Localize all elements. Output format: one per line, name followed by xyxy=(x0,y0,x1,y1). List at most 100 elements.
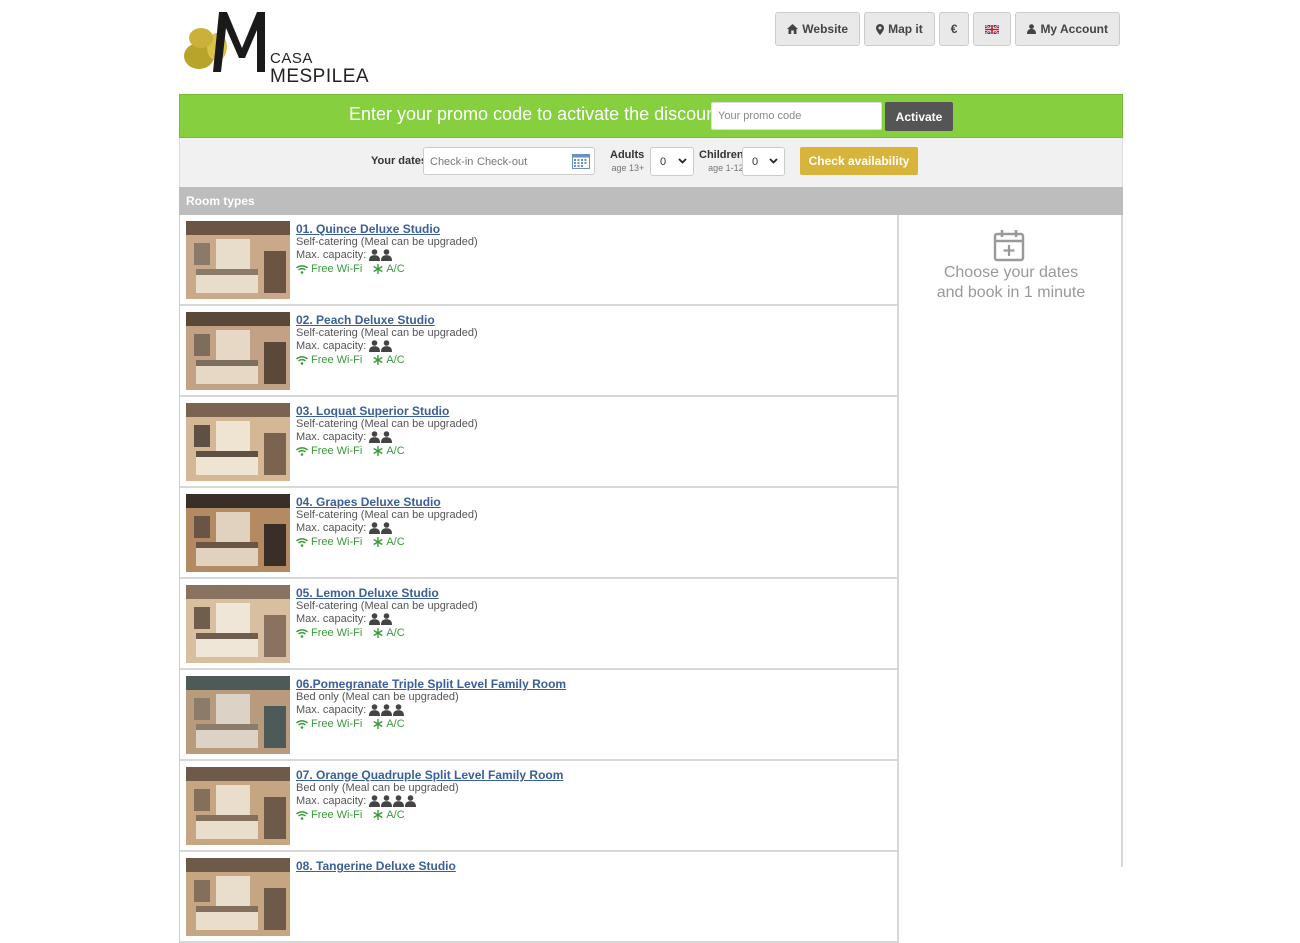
guest-icon xyxy=(369,613,381,625)
children-label: Children age 1-12 xyxy=(699,150,744,174)
room-meal-plan: Bed only (Meal can be upgraded) xyxy=(296,691,459,703)
room-capacity: Max. capacity: xyxy=(296,340,393,352)
guest-icon xyxy=(381,340,393,352)
ac-label: A/C xyxy=(386,354,405,366)
children-label-text: Children xyxy=(699,149,744,161)
children-value: 0 xyxy=(752,156,759,168)
room-row: 02. Peach Deluxe Studio Self-catering (M… xyxy=(180,306,899,397)
guest-icon xyxy=(393,795,405,807)
room-name-link[interactable]: 08. Tangerine Deluxe Studio xyxy=(296,859,456,873)
guest-icon xyxy=(381,249,393,261)
my-account-button[interactable]: My Account xyxy=(1015,12,1120,46)
room-meal-plan: Self-catering (Meal can be upgraded) xyxy=(296,600,478,612)
room-photo[interactable] xyxy=(186,767,290,845)
room-row: 08. Tangerine Deluxe Studio Max. capacit… xyxy=(180,852,899,943)
logo[interactable]: CASA MESPILEA xyxy=(179,10,369,86)
guest-icon xyxy=(369,431,381,443)
room-name-link[interactable]: 02. Peach Deluxe Studio xyxy=(296,313,435,327)
capacity-label: Max. capacity: xyxy=(296,431,367,443)
room-capacity: Max. capacity: xyxy=(296,704,405,716)
room-row: 03. Loquat Superior Studio Self-catering… xyxy=(180,397,899,488)
guest-icon xyxy=(381,613,393,625)
room-photo[interactable] xyxy=(186,221,290,299)
uk-flag-icon xyxy=(985,24,1000,34)
room-photo[interactable] xyxy=(186,494,290,572)
children-select[interactable]: 0 xyxy=(742,147,785,176)
adults-select[interactable]: 0 xyxy=(650,147,694,176)
room-photo-image xyxy=(186,221,290,299)
room-amenities: Free Wi-Fi A/C xyxy=(296,536,405,548)
room-photo-image xyxy=(186,494,290,572)
room-photo[interactable] xyxy=(186,585,290,663)
user-icon xyxy=(1027,24,1037,34)
room-name-link[interactable]: 07. Orange Quadruple Split Level Family … xyxy=(296,768,563,782)
guest-icon xyxy=(381,431,393,443)
map-it-button[interactable]: Map it xyxy=(864,12,935,46)
adults-age-hint: age 13+ xyxy=(611,163,645,173)
wifi-icon xyxy=(296,446,308,456)
wifi-label: Free Wi-Fi xyxy=(311,445,363,457)
promo-code-input[interactable]: Your promo code xyxy=(711,102,882,130)
guest-icon xyxy=(393,704,405,716)
room-types-header: Room types xyxy=(179,187,1123,215)
adults-value: 0 xyxy=(660,156,667,168)
capacity-label: Max. capacity: xyxy=(296,522,367,534)
calendar-icon[interactable] xyxy=(572,153,590,169)
currency-label: € xyxy=(950,22,958,36)
room-amenities: Free Wi-Fi A/C xyxy=(296,354,405,366)
promo-bar: Enter your promo code to activate the di… xyxy=(179,94,1123,138)
map-marker-icon xyxy=(876,23,885,35)
room-capacity: Max. capacity: xyxy=(296,249,393,261)
room-row: 06.Pomegranate Triple Split Level Family… xyxy=(180,670,899,761)
room-name-link[interactable]: 05. Lemon Deluxe Studio xyxy=(296,586,439,600)
room-photo[interactable] xyxy=(186,312,290,390)
room-meal-plan: Self-catering (Meal can be upgraded) xyxy=(296,327,478,339)
adults-label-text: Adults xyxy=(610,149,645,161)
room-photo[interactable] xyxy=(186,403,290,481)
guest-icon xyxy=(369,522,381,534)
room-photo[interactable] xyxy=(186,676,290,754)
ac-label: A/C xyxy=(386,627,405,639)
activate-button[interactable]: Activate xyxy=(885,102,953,131)
snowflake-icon xyxy=(373,810,383,820)
currency-button[interactable]: € xyxy=(938,12,970,46)
room-photo-image xyxy=(186,858,290,936)
room-name-link[interactable]: 04. Grapes Deluxe Studio xyxy=(296,495,441,509)
room-photo[interactable] xyxy=(186,858,290,936)
capacity-label: Max. capacity: xyxy=(296,613,367,625)
room-name-link[interactable]: 06.Pomegranate Triple Split Level Family… xyxy=(296,677,566,691)
snowflake-icon xyxy=(373,719,383,729)
room-photo-image xyxy=(186,585,290,663)
dates-label: Your dates xyxy=(371,155,428,167)
room-meal-plan: Self-catering (Meal can be upgraded) xyxy=(296,236,478,248)
snowflake-icon xyxy=(373,537,383,547)
check-availability-button[interactable]: Check availability xyxy=(800,147,918,175)
chevron-down-icon xyxy=(769,158,778,164)
dates-input[interactable]: Check-in Check-out xyxy=(423,147,595,175)
language-button[interactable] xyxy=(973,12,1012,46)
wifi-label: Free Wi-Fi xyxy=(311,536,363,548)
guest-icon xyxy=(369,249,381,261)
calendar-plus-icon xyxy=(993,230,1025,262)
sidebar-line1: Choose your dates xyxy=(943,264,1079,281)
room-capacity: Max. capacity: xyxy=(296,522,393,534)
capacity-label: Max. capacity: xyxy=(296,704,367,716)
wifi-label: Free Wi-Fi xyxy=(311,718,363,730)
website-button[interactable]: Website xyxy=(775,12,861,46)
guest-icon xyxy=(381,704,393,716)
adults-label: Adults age 13+ xyxy=(610,150,644,174)
search-bar: Your dates Check-in Check-out Adults age… xyxy=(179,138,1123,187)
room-capacity: Max. capacity: xyxy=(296,613,393,625)
room-name-link[interactable]: 01. Quince Deluxe Studio xyxy=(296,222,440,236)
capacity-label: Max. capacity: xyxy=(296,795,367,807)
room-name-link[interactable]: 03. Loquat Superior Studio xyxy=(296,404,449,418)
wifi-icon xyxy=(296,264,308,274)
snowflake-icon xyxy=(373,628,383,638)
room-meal-plan: Self-catering (Meal can be upgraded) xyxy=(296,509,478,521)
wifi-label: Free Wi-Fi xyxy=(311,627,363,639)
ac-label: A/C xyxy=(386,263,405,275)
room-row: 05. Lemon Deluxe Studio Self-catering (M… xyxy=(180,579,899,670)
ac-label: A/C xyxy=(386,445,405,457)
wifi-icon xyxy=(296,537,308,547)
home-icon xyxy=(787,24,799,34)
